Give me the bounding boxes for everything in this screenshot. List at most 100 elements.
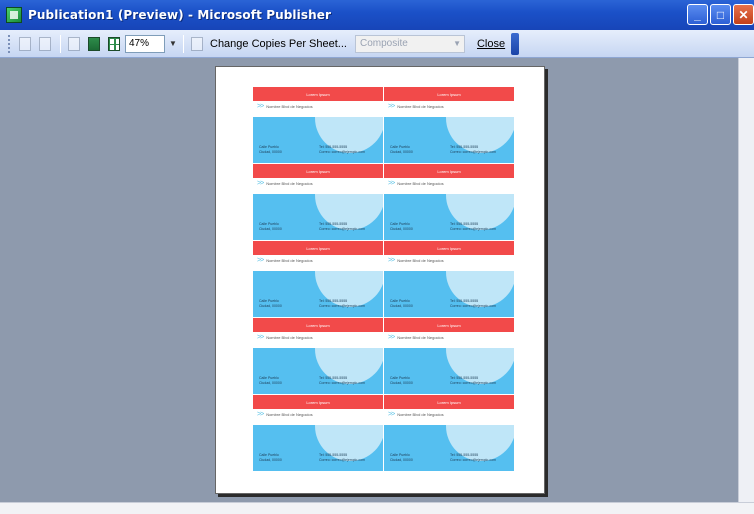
card-address: Calle Pueblo Ciudad, 00000 — [390, 453, 413, 463]
card-tagline: >> Nombre Blvd de Negocios — [257, 103, 313, 110]
business-card: Lorem Ipsum >> Nombre Blvd de Negocios Call… — [253, 241, 385, 318]
single-page-button[interactable] — [85, 35, 103, 53]
card-title-text: Lorem Ipsum — [306, 245, 330, 251]
card-address-line: Ciudad, 00000 — [390, 458, 413, 462]
card-title-text: Lorem Ipsum — [437, 399, 461, 405]
card-blue-panel: Calle Pueblo Ciudad, 00000 Tel: 555-555-55… — [253, 194, 383, 240]
print-preview-button[interactable] — [16, 35, 34, 53]
business-card: Lorem Ipsum >> Nombre Blvd de Negocios Call… — [253, 164, 385, 241]
single-page-icon — [88, 36, 100, 51]
card-contact: Tel: 555-555-5555 Correo: correo@ejemplo.… — [450, 376, 496, 386]
toolbar-separator — [60, 34, 61, 53]
card-address: Calle Pueblo Ciudad, 00000 — [390, 145, 413, 155]
card-contact: Tel: 555-555-5555 Correo: correo@ejemplo.… — [450, 145, 496, 155]
card-address: Calle Pueblo Ciudad, 00000 — [259, 453, 282, 463]
card-contact: Tel: 555-555-5555 Correo: correo@ejemplo.… — [319, 222, 365, 232]
chevron-right-icon: >> — [257, 334, 264, 341]
chevron-right-icon: >> — [257, 257, 264, 264]
business-card: Lorem Ipsum >> Nombre Blvd de Negocios Call… — [253, 87, 385, 164]
color-button[interactable] — [188, 35, 206, 53]
horizontal-scrollbar[interactable] — [0, 502, 754, 514]
close-preview-button[interactable]: Close — [473, 38, 509, 50]
multi-page-icon — [108, 36, 120, 51]
card-tagline-text: Nombre Blvd de Negocios — [397, 181, 444, 186]
chevron-right-icon: >> — [257, 103, 264, 110]
card-title-bar: Lorem Ipsum — [384, 318, 514, 332]
chevron-right-icon: >> — [388, 103, 395, 110]
close-window-button[interactable]: ✕ — [733, 4, 754, 25]
preview-workspace: Lorem Ipsum >> Nombre Blvd de Negocios Call… — [0, 58, 738, 502]
card-contact: Tel: 555-555-5555 Correo: correo@ejemplo.… — [319, 453, 365, 463]
title-bar[interactable]: Publication1 (Preview) - Microsoft Publi… — [0, 0, 754, 30]
card-contact: Tel: 555-555-5555 Correo: correo@ejemplo.… — [450, 299, 496, 309]
change-copies-button[interactable]: Change Copies Per Sheet... — [210, 38, 347, 50]
card-address-line: Ciudad, 00000 — [259, 304, 282, 308]
card-tagline-text: Nombre Blvd de Negocios — [397, 104, 444, 109]
card-tagline: >> Nombre Blvd de Negocios — [388, 257, 444, 264]
chevron-right-icon: >> — [388, 180, 395, 187]
card-contact-line: Correo: correo@ejemplo.com — [319, 150, 365, 154]
preview-page: Lorem Ipsum >> Nombre Blvd de Negocios Call… — [215, 66, 545, 494]
card-title-bar: Lorem Ipsum — [384, 395, 514, 409]
card-address-line: Ciudad, 00000 — [259, 381, 282, 385]
card-address-line: Ciudad, 00000 — [259, 458, 282, 462]
card-contact-line: Correo: correo@ejemplo.com — [450, 458, 496, 462]
chevron-right-icon: >> — [388, 257, 395, 264]
card-blue-panel: Calle Pueblo Ciudad, 00000 Tel: 555-555-55… — [253, 425, 383, 471]
multi-page-button[interactable] — [105, 35, 123, 53]
card-address-line: Ciudad, 00000 — [390, 150, 413, 154]
card-title-bar: Lorem Ipsum — [253, 164, 383, 178]
card-tagline: >> Nombre Blvd de Negocios — [388, 103, 444, 110]
card-title-text: Lorem Ipsum — [306, 168, 330, 174]
card-title-bar: Lorem Ipsum — [253, 395, 383, 409]
card-blue-panel: Calle Pueblo Ciudad, 00000 Tel: 555-555-55… — [384, 271, 514, 317]
business-card: Lorem Ipsum >> Nombre Blvd de Negocios Call… — [384, 318, 516, 395]
page-icon — [68, 36, 80, 51]
card-address-line: Ciudad, 00000 — [259, 150, 282, 154]
publisher-app-icon[interactable] — [6, 7, 22, 23]
page-button[interactable] — [65, 35, 83, 53]
card-tagline-text: Nombre Blvd de Negocios — [266, 258, 313, 263]
card-contact-line: Correo: correo@ejemplo.com — [450, 381, 496, 385]
maximize-icon: □ — [716, 7, 725, 22]
print-button[interactable] — [36, 35, 54, 53]
card-title-text: Lorem Ipsum — [306, 91, 330, 97]
card-contact: Tel: 555-555-5555 Correo: correo@ejemplo.… — [319, 376, 365, 386]
zoom-input[interactable]: 47% — [125, 34, 165, 53]
toolbar-separator — [183, 34, 184, 53]
card-contact: Tel: 555-555-5555 Correo: correo@ejemplo.… — [319, 145, 365, 155]
card-title-text: Lorem Ipsum — [437, 168, 461, 174]
toolbar-options-button[interactable] — [511, 32, 520, 55]
card-title-bar: Lorem Ipsum — [384, 87, 514, 101]
card-address: Calle Pueblo Ciudad, 00000 — [390, 376, 413, 386]
toolbar-grip[interactable] — [8, 34, 12, 53]
composite-select[interactable]: Composite ▼ — [354, 34, 465, 53]
card-tagline-text: Nombre Blvd de Negocios — [397, 412, 444, 417]
card-address: Calle Pueblo Ciudad, 00000 — [390, 299, 413, 309]
maximize-button[interactable]: □ — [710, 4, 731, 25]
chevron-down-icon: ▼ — [453, 38, 461, 48]
card-tagline: >> Nombre Blvd de Negocios — [257, 334, 313, 341]
card-address-line: Ciudad, 00000 — [390, 304, 413, 308]
chevron-right-icon: >> — [257, 180, 264, 187]
minimize-button[interactable]: _ — [687, 4, 708, 25]
card-tagline: >> Nombre Blvd de Negocios — [257, 411, 313, 418]
print-preview-icon — [19, 36, 31, 51]
card-address: Calle Pueblo Ciudad, 00000 — [259, 376, 282, 386]
composite-select-value: Composite — [359, 38, 408, 49]
vertical-scrollbar[interactable] — [738, 58, 754, 502]
card-title-text: Lorem Ipsum — [437, 245, 461, 251]
chevron-right-icon: >> — [388, 334, 395, 341]
card-address: Calle Pueblo Ciudad, 00000 — [259, 145, 282, 155]
card-title-bar: Lorem Ipsum — [253, 318, 383, 332]
close-icon: ✕ — [738, 7, 749, 22]
zoom-dropdown-button[interactable]: ▼ — [167, 35, 179, 53]
color-icon — [191, 36, 203, 51]
card-tagline: >> Nombre Blvd de Negocios — [257, 180, 313, 187]
card-tagline-text: Nombre Blvd de Negocios — [266, 335, 313, 340]
card-title-bar: Lorem Ipsum — [384, 164, 514, 178]
card-contact-line: Correo: correo@ejemplo.com — [319, 304, 365, 308]
card-blue-panel: Calle Pueblo Ciudad, 00000 Tel: 555-555-55… — [384, 117, 514, 163]
window-title: Publication1 (Preview) - Microsoft Publi… — [28, 8, 331, 22]
card-address: Calle Pueblo Ciudad, 00000 — [259, 222, 282, 232]
